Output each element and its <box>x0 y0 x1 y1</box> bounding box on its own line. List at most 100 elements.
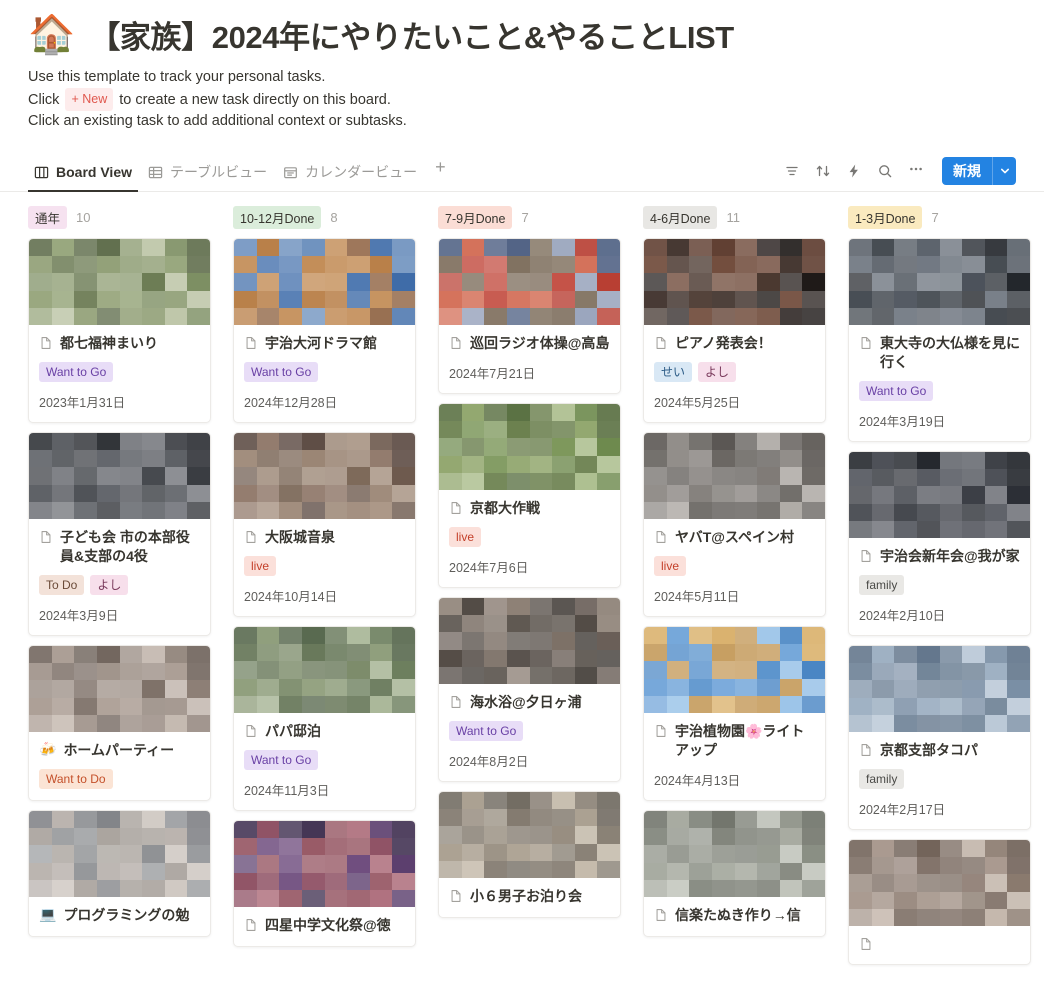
card-cover <box>439 404 620 490</box>
tab-board-view[interactable]: Board View <box>28 152 138 192</box>
card-tags: せい よし <box>654 362 815 382</box>
add-view-button[interactable]: + <box>427 158 454 185</box>
card-title-row: ヤバT@スペイン村 <box>654 528 815 547</box>
card-title: プログラミングの勉 <box>63 907 190 923</box>
description-line-2-prefix: Click <box>28 92 60 108</box>
board-card[interactable]: 宇治大河ドラマ館 Want to Go 2024年12月28日 <box>233 238 416 423</box>
board-card[interactable]: 四星中学文化祭@徳 <box>233 820 416 947</box>
board-card[interactable]: 💻 プログラミングの勉 <box>28 810 211 937</box>
document-icon <box>39 336 53 352</box>
card-date: 2024年11月3日 <box>244 784 330 798</box>
card-body: 子ども会 市の本部役員&支部の4役 To Do よし 2024年3月9日 <box>29 519 210 635</box>
card-title-row: 💻 プログラミングの勉 <box>39 906 200 925</box>
card-title-row: 京都大作戦 <box>449 499 610 518</box>
card-cover <box>29 646 210 732</box>
new-chip[interactable]: + New <box>65 88 114 111</box>
card-tags: live <box>449 527 610 547</box>
column-cards: 東大寺の大仏様を見に行く Want to Go 2024年3月19日宇治会新年会@我… <box>848 238 1031 965</box>
card-date: 2024年4月13日 <box>654 774 741 788</box>
chevron-down-icon[interactable] <box>992 157 1016 185</box>
board-card[interactable]: 都七福神まいり Want to Go 2023年1月31日 <box>28 238 211 423</box>
document-icon <box>654 530 668 546</box>
column-cards: 宇治大河ドラマ館 Want to Go 2024年12月28日大阪城音泉 live 20… <box>233 238 416 947</box>
card-title: 大阪城音泉 <box>265 529 335 545</box>
sort-icon[interactable] <box>809 157 837 185</box>
card-cover <box>849 646 1030 732</box>
calendar-icon <box>283 165 298 180</box>
column-card-count: 7 <box>931 209 939 225</box>
board-card[interactable]: 🍻 ホームパーティー Want to Do <box>28 645 211 801</box>
card-body: 巡回ラジオ体操@高島 2024年7月21日 <box>439 325 620 393</box>
board-card[interactable]: 子ども会 市の本部役員&支部の4役 To Do よし 2024年3月9日 <box>28 432 211 636</box>
column-header[interactable]: 10-12月Done 8 <box>233 205 416 229</box>
column-card-count: 11 <box>726 209 740 225</box>
board-card[interactable]: 大阪城音泉 live 2024年10月14日 <box>233 432 416 617</box>
card-tags: Want to Go <box>39 362 200 382</box>
card-title: 東大寺の大仏様を見に行く <box>880 335 1020 370</box>
status-badge: せい <box>654 362 693 382</box>
card-title-row: 東大寺の大仏様を見に行く <box>859 334 1020 372</box>
card-body: ヤバT@スペイン村 live 2024年5月11日 <box>644 519 825 616</box>
column-header[interactable]: 通年 10 <box>28 205 211 229</box>
tab-table-view[interactable]: テーブルビュー <box>142 152 273 191</box>
card-body: 京都支部タコパ family 2024年2月17日 <box>849 732 1030 829</box>
status-badge: live <box>654 556 687 576</box>
filter-icon[interactable] <box>778 157 806 185</box>
status-badge: Want to Go <box>859 381 934 401</box>
card-title-row: 子ども会 市の本部役員&支部の4役 <box>39 528 200 566</box>
new-button[interactable]: 新規 <box>942 157 992 185</box>
column-card-count: 7 <box>521 209 529 225</box>
document-icon <box>654 908 668 924</box>
board-icon <box>34 165 49 180</box>
card-cover-image <box>849 239 1030 325</box>
house-icon: 🏠 <box>28 13 76 56</box>
table-icon <box>148 165 163 180</box>
card-date: 2024年5月11日 <box>654 590 740 604</box>
board-column: 通年 10 都七福神まいり Want to Go 2023年1月31日子ども会 市の本部… <box>28 205 211 937</box>
column-name-chip: 10-12月Done <box>233 205 322 229</box>
search-icon[interactable] <box>871 157 899 185</box>
board-card[interactable]: 海水浴@夕日ヶ浦 Want to Go 2024年8月2日 <box>438 597 621 782</box>
card-title-row: 京都支部タコパ <box>859 741 1020 760</box>
description-line-1: Use this template to track your personal… <box>28 69 326 85</box>
board-card[interactable]: 東大寺の大仏様を見に行く Want to Go 2024年3月19日 <box>848 238 1031 442</box>
card-title: 宇治会新年会@我が家 <box>880 548 1020 564</box>
document-icon <box>244 530 258 546</box>
description-line-2: Click + New to create a new task directl… <box>28 88 1016 111</box>
new-button-group[interactable]: 新規 <box>942 157 1016 185</box>
card-cover-image <box>439 239 620 325</box>
board-card[interactable]: 宇治植物園🌸ライトアップ 2024年4月13日 <box>643 626 826 801</box>
document-icon <box>244 336 258 352</box>
column-header[interactable]: 4-6月Done 11 <box>643 205 826 229</box>
status-badge: live <box>244 556 277 576</box>
board-card[interactable]: 宇治会新年会@我が家 family 2024年2月10日 <box>848 451 1031 636</box>
column-header[interactable]: 7-9月Done 7 <box>438 205 621 229</box>
board-card[interactable]: 京都支部タコパ family 2024年2月17日 <box>848 645 1031 830</box>
card-date: 2024年7月6日 <box>449 561 529 575</box>
card-cover <box>234 239 415 325</box>
card-title: 小６男子お泊り会 <box>470 888 582 904</box>
view-tabs: Board View テーブルビュー カレンダービュー + <box>28 152 454 192</box>
tab-calendar-view[interactable]: カレンダービュー <box>277 152 423 191</box>
card-title: ヤバT@スペイン村 <box>675 529 794 545</box>
board-card[interactable] <box>848 839 1031 965</box>
more-options-icon[interactable] <box>902 157 930 185</box>
card-date: 2024年3月19日 <box>859 415 946 429</box>
card-cover <box>644 239 825 325</box>
board-card[interactable]: 巡回ラジオ体操@高島 2024年7月21日 <box>438 238 621 394</box>
card-emoji-icon: 🍻 <box>39 741 57 757</box>
card-cover-image <box>234 239 415 325</box>
card-title-row <box>859 935 1020 953</box>
lightning-icon[interactable] <box>840 157 868 185</box>
column-header[interactable]: 1-3月Done 7 <box>848 205 1031 229</box>
card-body: 海水浴@夕日ヶ浦 Want to Go 2024年8月2日 <box>439 684 620 781</box>
board-card[interactable]: 京都大作戦 live 2024年7月6日 <box>438 403 621 588</box>
board-card[interactable]: ピアノ発表会！ せい よし 2024年5月25日 <box>643 238 826 423</box>
board-card[interactable]: パパ邸泊 Want to Go 2024年11月3日 <box>233 626 416 811</box>
status-badge: To Do <box>39 575 85 595</box>
card-title: 宇治植物園🌸ライトアップ <box>675 723 805 758</box>
board-card[interactable]: 小６男子お泊り会 <box>438 791 621 918</box>
board-card[interactable]: ヤバT@スペイン村 live 2024年5月11日 <box>643 432 826 617</box>
card-cover-image <box>439 404 620 490</box>
board-card[interactable]: 信楽たぬき作り→信 <box>643 810 826 937</box>
